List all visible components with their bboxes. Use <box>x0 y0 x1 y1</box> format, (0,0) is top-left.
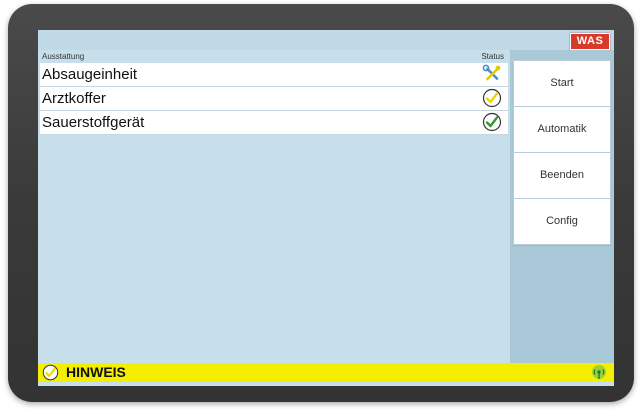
sidebar: Start Automatik Beenden Config <box>510 50 614 366</box>
row-label: Arztkoffer <box>42 90 106 107</box>
equipment-table: Ausstattung Status Absaugeinheit Arztkof… <box>40 50 508 135</box>
row-label: Absaugeinheit <box>42 66 138 83</box>
status-bar: HINWEIS <box>38 363 614 382</box>
tools-icon <box>482 64 502 84</box>
device-frame: WAS Ausstattung Status Absaugeinheit Arz… <box>8 4 634 402</box>
beenden-button[interactable]: Beenden <box>513 152 611 199</box>
hinweis-label: HINWEIS <box>66 364 126 380</box>
table-row[interactable]: Sauerstoffgerät <box>40 111 508 135</box>
table-row[interactable]: Absaugeinheit <box>40 63 508 87</box>
table-row[interactable]: Arztkoffer <box>40 87 508 111</box>
column-header-ausstattung: Ausstattung <box>42 52 85 61</box>
automatik-button[interactable]: Automatik <box>513 106 611 153</box>
start-button[interactable]: Start <box>513 60 611 107</box>
check-yellow-icon <box>482 88 502 108</box>
top-bar: WAS <box>38 30 614 50</box>
row-label: Sauerstoffgerät <box>42 114 145 131</box>
table-header: Ausstattung Status <box>40 50 508 63</box>
was-logo: WAS <box>570 33 610 50</box>
screen: WAS Ausstattung Status Absaugeinheit Arz… <box>38 30 614 386</box>
check-yellow-icon <box>42 364 59 381</box>
signal-icon <box>590 364 608 381</box>
check-green-icon <box>482 112 502 132</box>
config-button[interactable]: Config <box>513 198 611 245</box>
column-header-status: Status <box>481 52 504 61</box>
